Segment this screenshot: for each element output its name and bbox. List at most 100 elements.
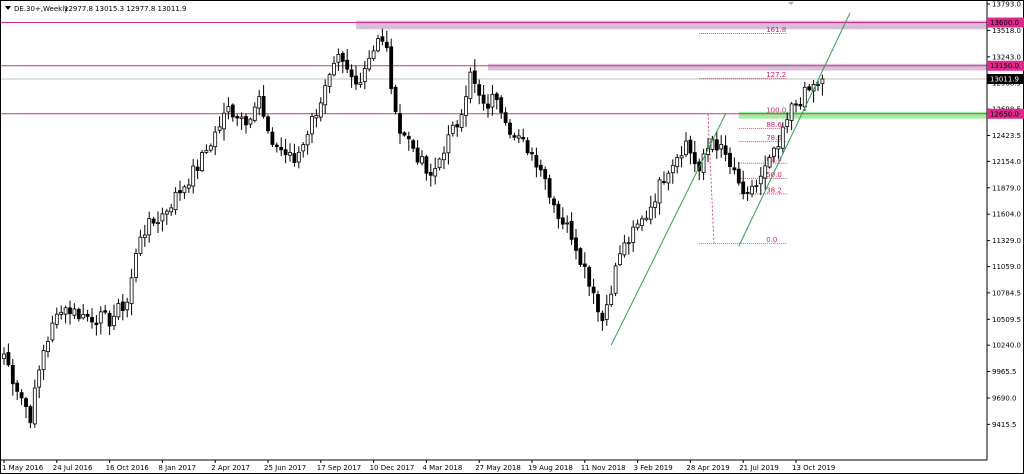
candle-body <box>389 46 394 89</box>
candle-body <box>477 84 482 96</box>
y-tick-label: 9965.5 <box>992 368 1017 376</box>
y-tick-label: 13243.0 <box>992 53 1021 61</box>
candle-body <box>450 124 455 134</box>
candle <box>266 114 270 134</box>
candle-body <box>494 93 499 101</box>
y-tick-label: 10240.0 <box>992 342 1021 350</box>
chart-background <box>0 0 1024 474</box>
candle <box>134 248 138 283</box>
candle-body <box>525 140 530 154</box>
candle-body <box>222 112 226 130</box>
candle-body <box>318 102 323 118</box>
candle-body <box>336 53 341 63</box>
candle-body <box>213 131 218 148</box>
x-tick-label: 4 Mar 2018 <box>422 464 462 472</box>
candle-body <box>758 175 763 185</box>
x-tick-label: 17 Sep 2017 <box>317 464 361 472</box>
candle-body <box>147 218 152 236</box>
candle-body <box>428 172 433 176</box>
candle-body <box>32 387 37 425</box>
candle <box>780 122 785 153</box>
candle-body <box>129 277 134 305</box>
candle-body <box>653 201 658 208</box>
candle-body <box>41 349 46 371</box>
candle-body <box>116 303 121 318</box>
x-tick-label: 10 Dec 2017 <box>370 464 415 472</box>
candle-body <box>591 286 596 294</box>
x-tick-label: 13 Oct 2019 <box>792 464 835 472</box>
candle-body <box>323 85 328 106</box>
candle-body <box>90 317 94 323</box>
candle-body <box>120 301 125 311</box>
x-tick-label: 11 Nov 2018 <box>581 464 626 472</box>
candle-body <box>666 172 671 184</box>
candle-body <box>763 165 768 179</box>
candle-body <box>644 217 649 221</box>
fib-label: 38.2 <box>766 186 782 194</box>
candle-body <box>499 97 504 113</box>
candle-body <box>512 135 517 138</box>
candle-body <box>37 369 42 388</box>
candle-body <box>257 96 262 109</box>
candle-body <box>19 392 24 399</box>
candle-body <box>340 52 345 62</box>
candle-body <box>279 147 284 151</box>
candle-body <box>772 147 776 157</box>
candle-body <box>226 106 231 113</box>
candle-body <box>543 169 548 180</box>
candle-body <box>767 156 772 168</box>
candle-body <box>266 116 270 132</box>
candle <box>389 38 394 95</box>
candle-body <box>217 126 222 131</box>
fib-label: 161.8 <box>766 26 786 34</box>
zone-1 <box>488 63 987 71</box>
candle-body <box>635 223 640 229</box>
candle-body <box>204 150 209 153</box>
candle-body <box>798 103 803 107</box>
candle-body <box>732 167 737 171</box>
candle-body <box>728 152 732 167</box>
candle-body <box>481 94 486 104</box>
x-tick-label: 25 Jun 2017 <box>264 464 306 472</box>
x-tick-label: 21 Jul 2019 <box>739 464 779 472</box>
candle-body <box>2 353 6 360</box>
y-tick-label: 12154.0 <box>992 158 1021 166</box>
x-tick-label: 27 May 2018 <box>475 464 521 472</box>
price-label-13150.0: 13150.0 <box>990 62 1019 70</box>
candle <box>613 262 618 297</box>
fib-label: 127.2 <box>766 71 786 79</box>
candle-body <box>182 186 187 194</box>
candle-body <box>178 190 182 194</box>
candle-body <box>142 234 147 238</box>
candle <box>393 84 398 115</box>
candle-body <box>516 135 521 139</box>
candle-body <box>657 179 662 204</box>
candle-body <box>816 84 820 86</box>
candle-body <box>736 168 741 184</box>
candle-body <box>384 41 389 49</box>
price-chart[interactable]: 161.8127.2100.088.678.661.850.038.20.0 1… <box>0 0 1024 474</box>
candle-body <box>156 222 160 224</box>
candle-body <box>332 62 336 76</box>
candle-body <box>208 145 213 151</box>
candle-body <box>164 210 169 215</box>
candle-body <box>107 312 112 327</box>
candle-body <box>807 86 812 91</box>
candle-body <box>411 140 416 149</box>
candle-body <box>609 293 614 305</box>
candle-body <box>68 307 72 315</box>
candle-body <box>780 126 785 149</box>
candle-body <box>98 311 103 324</box>
candle-body <box>556 203 561 220</box>
y-tick-label: 11059.0 <box>992 263 1021 271</box>
candle-body <box>327 74 332 87</box>
candle-body <box>15 382 20 392</box>
candle-body <box>54 313 59 325</box>
candle-body <box>626 242 631 245</box>
x-tick-label: 19 Aug 2018 <box>528 464 573 472</box>
y-tick-label: 11329.0 <box>992 237 1021 245</box>
candle-body <box>235 116 240 119</box>
candle-body <box>442 152 446 161</box>
candle-body <box>486 103 490 109</box>
candle-body <box>600 312 605 321</box>
